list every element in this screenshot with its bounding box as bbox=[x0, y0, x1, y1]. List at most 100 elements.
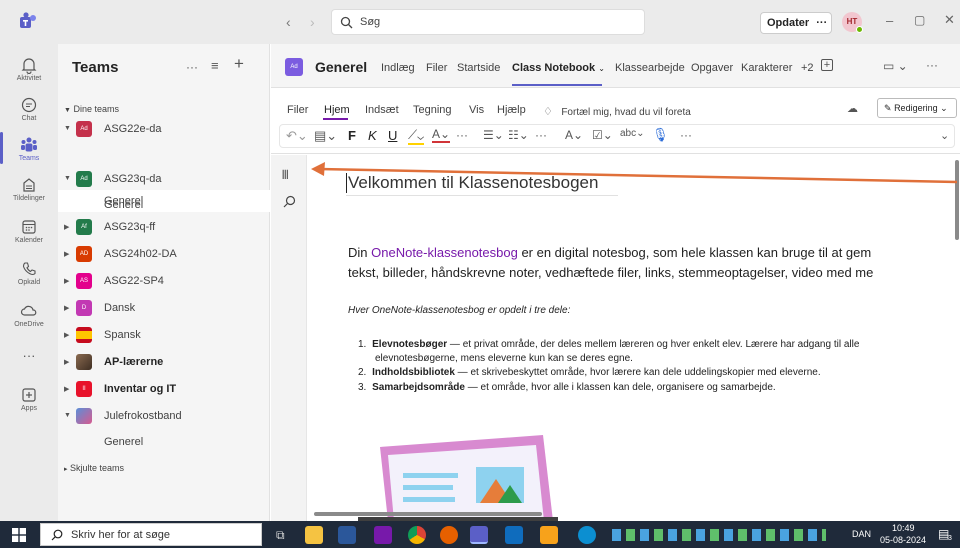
more-icon: ··· bbox=[22, 348, 36, 363]
language-indicator[interactable]: DAN bbox=[852, 529, 871, 539]
rail-onedrive[interactable]: OneDrive bbox=[0, 300, 58, 340]
add-tab-icon[interactable]: + bbox=[821, 59, 833, 71]
teams-taskbar-icon[interactable] bbox=[470, 526, 488, 544]
tab-karakterer[interactable]: Karakterer bbox=[741, 62, 792, 74]
italic-button[interactable]: K bbox=[368, 128, 377, 143]
rail-opkald[interactable]: Opkald bbox=[0, 258, 58, 298]
team-asg22e-da[interactable]: ▼ Ad ASG22e-da bbox=[58, 118, 270, 142]
clock-time[interactable]: 10:49 bbox=[892, 523, 915, 533]
tab-more[interactable]: +2 bbox=[801, 62, 814, 74]
bullets-icon[interactable]: ☰⌄ bbox=[483, 128, 504, 142]
file-explorer-icon[interactable] bbox=[305, 526, 323, 544]
rail-teams[interactable]: Teams bbox=[0, 134, 58, 174]
header-more-button[interactable]: ··· bbox=[926, 58, 938, 72]
numbering-icon[interactable]: ☷⌄ bbox=[508, 128, 529, 142]
team-asg24h02-da[interactable]: ▶ AD ASG24h02-DA bbox=[58, 243, 270, 267]
styles-icon[interactable]: A⌄ bbox=[565, 128, 583, 142]
tab-opgaver[interactable]: Opgaver bbox=[691, 62, 733, 74]
tab-klassearbejde[interactable]: Klassearbejde bbox=[615, 62, 685, 74]
ribbon-tab-hjaelp[interactable]: Hjælp bbox=[497, 104, 526, 116]
rail-kalender[interactable]: Kalender bbox=[0, 216, 58, 256]
team-julefrokostband[interactable]: ▼ Julefrokostband bbox=[58, 405, 270, 429]
channel-generel[interactable]: Generel bbox=[104, 199, 143, 211]
team-spansk[interactable]: ▶ Spansk bbox=[58, 324, 270, 348]
tray-icons[interactable] bbox=[612, 529, 826, 541]
undo-icon[interactable]: ↶⌄ bbox=[286, 128, 308, 144]
selected-channel-highlight bbox=[58, 190, 270, 212]
firefox-icon[interactable] bbox=[440, 526, 458, 544]
ribbon-tab-tegning[interactable]: Tegning bbox=[413, 104, 452, 116]
forward-button[interactable]: › bbox=[310, 14, 315, 30]
search-box[interactable]: Søg bbox=[331, 9, 645, 35]
outlook-icon[interactable] bbox=[505, 526, 523, 544]
task-view-icon[interactable]: ⧉ bbox=[276, 528, 285, 543]
restore-button[interactable]: ▢ bbox=[914, 13, 925, 27]
team-asg23q-ff[interactable]: ▶ Af ASG23q-ff bbox=[58, 216, 270, 240]
dictate-icon[interactable]: 🎙 bbox=[652, 127, 669, 143]
team-inventar-og-it[interactable]: ▶ II Inventar og IT bbox=[58, 378, 270, 402]
app-icon[interactable] bbox=[540, 526, 558, 544]
cloud-icon bbox=[20, 305, 37, 316]
edge-icon[interactable] bbox=[578, 526, 596, 544]
chevron-right-icon: ▸ bbox=[64, 466, 68, 473]
word-icon[interactable] bbox=[338, 526, 356, 544]
onenote-icon[interactable] bbox=[374, 526, 392, 544]
team-name: ASG23q-ff bbox=[104, 221, 156, 233]
taskbar-search-placeholder: Skriv her for at søge bbox=[71, 529, 171, 541]
taskbar-search[interactable]: Skriv her for at søge bbox=[40, 523, 262, 546]
paste-icon[interactable]: ▤⌄ bbox=[314, 128, 337, 144]
filter-icon[interactable]: ≡ bbox=[211, 58, 219, 73]
ribbon: Filer Hjem Indsæt Tegning Vis Hjælp ♢ Fo… bbox=[271, 88, 960, 154]
underline-button[interactable]: U bbox=[388, 128, 397, 143]
ribbon-tab-vis[interactable]: Vis bbox=[469, 104, 484, 116]
team-ap-laererne[interactable]: ▶ AP-lærerne bbox=[58, 351, 270, 375]
meeting-icon[interactable]: ▭ ⌄ bbox=[883, 59, 908, 73]
chevron-right-icon: ▶ bbox=[64, 251, 70, 258]
more-format-icon[interactable]: ··· bbox=[456, 128, 468, 142]
font-color-icon[interactable]: A⌄ bbox=[432, 127, 451, 143]
editing-mode-button[interactable]: ✎ Redigering ⌄ bbox=[877, 98, 957, 118]
add-team-button[interactable]: + bbox=[234, 54, 244, 74]
tag-icon[interactable]: ☑⌄ bbox=[592, 128, 613, 142]
ribbon-tab-filer[interactable]: Filer bbox=[287, 104, 308, 116]
rail-apps[interactable]: Apps bbox=[0, 384, 58, 424]
tab-startside[interactable]: Startside bbox=[457, 62, 500, 74]
collapse-ribbon-icon[interactable]: ⌄ bbox=[940, 129, 949, 142]
section-dine-teams[interactable]: ▼ Dine teams bbox=[64, 104, 119, 114]
search-icon[interactable] bbox=[283, 195, 296, 213]
tab-class-notebook[interactable]: Class Notebook ⌄ bbox=[512, 62, 605, 74]
notebooks-icon[interactable]: 𝍫 bbox=[282, 166, 289, 188]
update-button[interactable]: Opdater ··· bbox=[760, 12, 832, 34]
minimize-button[interactable]: – bbox=[886, 13, 893, 28]
spelling-icon[interactable]: abc⌄ bbox=[620, 128, 645, 139]
tab-filer[interactable]: Filer bbox=[426, 62, 447, 74]
clock-date[interactable]: 05-08-2024 bbox=[880, 535, 926, 545]
rail-chat[interactable]: Chat bbox=[0, 94, 58, 134]
team-dansk[interactable]: ▶ D Dansk bbox=[58, 297, 270, 321]
team-asg22-sp4[interactable]: ▶ AS ASG22-SP4 bbox=[58, 270, 270, 294]
bold-button[interactable]: F bbox=[348, 128, 356, 143]
horizontal-scrollbar[interactable] bbox=[314, 512, 542, 516]
more-options-icon[interactable]: ··· bbox=[680, 128, 692, 142]
highlight-icon[interactable]: ⟋⌄ bbox=[408, 127, 425, 145]
channel-generel[interactable]: Generel bbox=[104, 436, 143, 448]
close-button[interactable]: ✕ bbox=[944, 12, 955, 28]
onenote-link[interactable]: OneNote-klassenotesbog bbox=[371, 245, 518, 260]
team-asg23q-da[interactable]: ▼ Ad ASG23q-da bbox=[58, 168, 270, 192]
more-list-icon[interactable]: ··· bbox=[535, 128, 547, 142]
intro-line-2: tekst, billeder, håndskrevne noter, vedh… bbox=[348, 265, 874, 280]
rail-tildelinger[interactable]: Tildelinger bbox=[0, 174, 58, 214]
teams-more-button[interactable]: ··· bbox=[186, 60, 198, 74]
tell-me-box[interactable]: ♢ Fortæl mig, hvad du vil foreta bbox=[543, 102, 691, 120]
rail-more[interactable]: ··· bbox=[0, 348, 58, 388]
rail-label: Kalender bbox=[14, 237, 44, 244]
ribbon-tab-hjem[interactable]: Hjem bbox=[324, 104, 350, 116]
team-avatar: Ad bbox=[76, 171, 92, 187]
hidden-teams[interactable]: ▸ Skjulte teams bbox=[64, 463, 124, 473]
back-button[interactable]: ‹ bbox=[286, 14, 291, 30]
ribbon-tab-indsaet[interactable]: Indsæt bbox=[365, 104, 399, 116]
chrome-icon[interactable] bbox=[408, 526, 426, 544]
windows-start-icon[interactable] bbox=[12, 528, 26, 542]
rail-aktivitet[interactable]: Aktivitet bbox=[0, 54, 58, 94]
tab-indlaeg[interactable]: Indlæg bbox=[381, 62, 415, 74]
